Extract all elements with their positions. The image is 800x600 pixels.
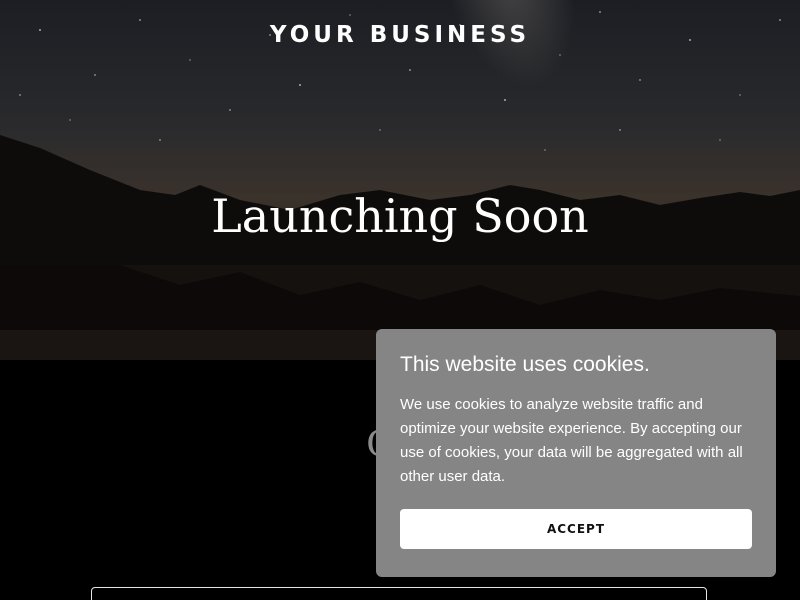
- hero-background-image: [0, 0, 800, 360]
- cookie-banner-text: We use cookies to analyze website traffi…: [400, 396, 743, 485]
- hero-section: YOUR BUSINESS Launching Soon: [0, 0, 800, 360]
- brand-logo-text[interactable]: YOUR BUSINESS: [0, 22, 800, 48]
- contact-name-input[interactable]: [91, 587, 707, 600]
- cookie-banner-title: This website uses cookies.: [400, 353, 650, 376]
- hero-title: Launching Soon: [211, 189, 589, 243]
- cookie-banner: This website uses cookies. We use cookie…: [376, 329, 776, 577]
- accept-cookies-button[interactable]: ACCEPT: [400, 509, 752, 549]
